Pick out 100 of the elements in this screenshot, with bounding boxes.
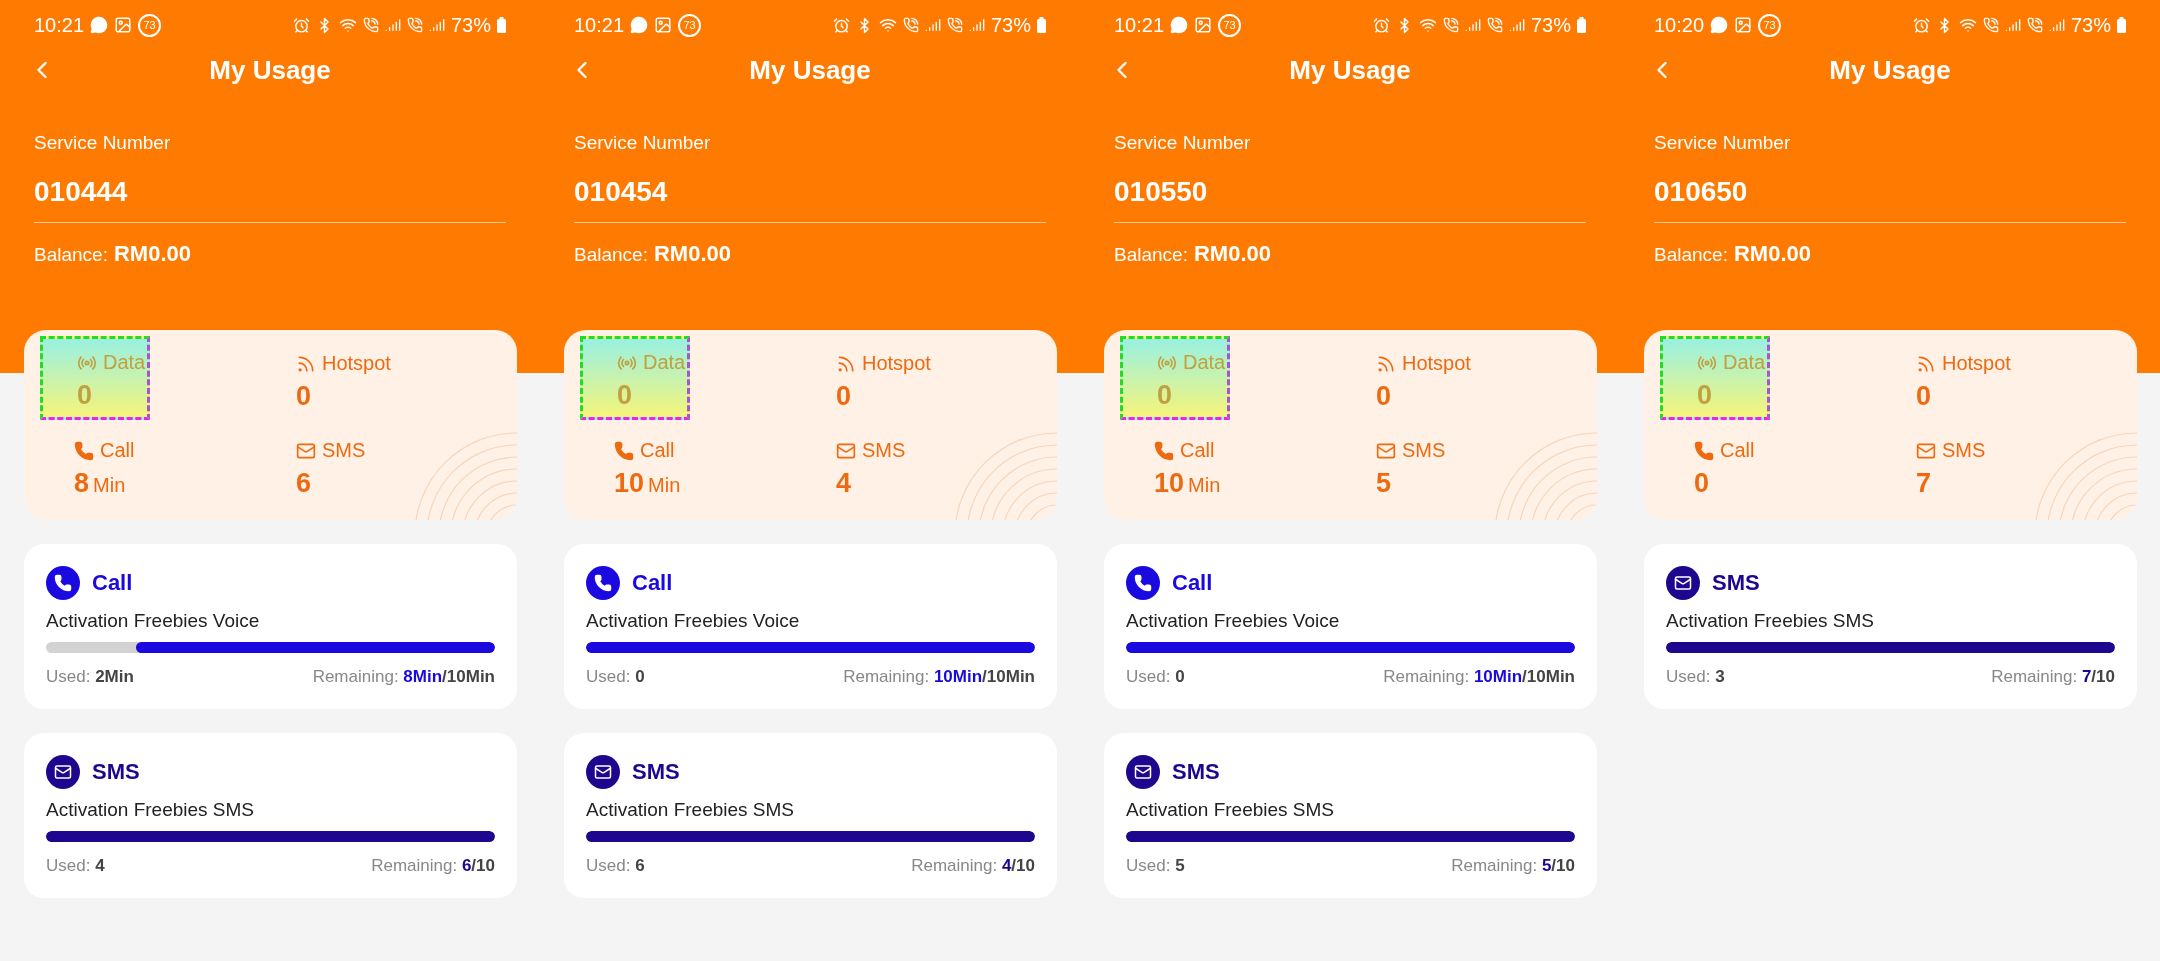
used-amount: Used: 3 bbox=[1666, 667, 1725, 687]
stat-value: 10 bbox=[1154, 468, 1185, 499]
phone-call-icon bbox=[1442, 17, 1459, 33]
image-icon bbox=[654, 16, 673, 34]
signal-icon bbox=[2048, 17, 2065, 33]
wifi-icon bbox=[1958, 16, 1977, 34]
card-title: SMS bbox=[92, 759, 140, 785]
stat-label: Call bbox=[100, 439, 135, 462]
battery-icon bbox=[497, 17, 506, 33]
stat-label: Call bbox=[1720, 439, 1755, 462]
phone-icon bbox=[74, 440, 94, 461]
card-title: SMS bbox=[1712, 570, 1760, 596]
plan-name: Activation Freebies SMS bbox=[1126, 799, 1336, 821]
signal-icon bbox=[968, 17, 985, 33]
phone-call-icon bbox=[902, 17, 919, 33]
stat-value: 0 bbox=[1157, 380, 1173, 411]
signal-icon bbox=[1464, 17, 1481, 33]
battery-percent: 73% bbox=[990, 13, 1031, 37]
image-icon bbox=[1194, 16, 1213, 34]
balance-value: RM0.00 bbox=[1733, 241, 1811, 267]
envelope-icon bbox=[54, 763, 72, 781]
wifi-icon bbox=[878, 16, 897, 34]
service-number: 010550 bbox=[1114, 176, 1586, 223]
page-title: My Usage bbox=[1829, 54, 1951, 86]
stat-value: 5 bbox=[1376, 468, 1392, 499]
envelope-icon bbox=[1674, 574, 1692, 592]
signal-icon bbox=[924, 17, 941, 33]
stat-value: 0 bbox=[617, 380, 633, 411]
used-amount: Used: 4 bbox=[46, 856, 105, 876]
stat-value: 4 bbox=[836, 468, 852, 499]
card-title: Call bbox=[632, 570, 673, 596]
stat-label: Data bbox=[1723, 351, 1766, 374]
stat-label: SMS bbox=[1942, 439, 1986, 462]
used-amount: Used: 2Min bbox=[46, 667, 134, 687]
stat-unit: Min bbox=[1188, 474, 1221, 497]
used-amount: Used: 0 bbox=[1126, 667, 1185, 687]
battery-percent: 73% bbox=[1530, 13, 1571, 37]
signal-icon bbox=[428, 17, 445, 33]
stat-label: Hotspot bbox=[1942, 352, 2011, 375]
image-icon bbox=[114, 16, 133, 34]
remaining-amount: Remaining: 6/10 bbox=[371, 856, 495, 876]
clock-time: 10:21 bbox=[1114, 13, 1165, 37]
stat-label: Call bbox=[1180, 439, 1215, 462]
balance-label: Balance: bbox=[34, 244, 108, 266]
phone-icon bbox=[54, 574, 72, 592]
used-amount: Used: 0 bbox=[586, 667, 645, 687]
stat-label: Data bbox=[1183, 351, 1226, 374]
stat-label: SMS bbox=[862, 439, 906, 462]
stat-value: 0 bbox=[1697, 380, 1713, 411]
battery-icon bbox=[2117, 17, 2126, 33]
notification-count: 73 bbox=[138, 13, 162, 37]
message-icon bbox=[1170, 16, 1189, 34]
message-icon bbox=[1710, 16, 1729, 34]
phone-call-icon bbox=[2026, 17, 2043, 33]
battery-percent: 73% bbox=[450, 13, 491, 37]
balance-value: RM0.00 bbox=[653, 241, 731, 267]
stat-value: 0 bbox=[296, 381, 312, 412]
remaining-amount: Remaining: 8Min/10Min bbox=[312, 667, 495, 687]
balance-value: RM0.00 bbox=[1193, 241, 1271, 267]
wifi-icon bbox=[338, 16, 357, 34]
used-amount: Used: 6 bbox=[586, 856, 645, 876]
phone-icon bbox=[614, 440, 634, 461]
remaining-amount: Remaining: 10Min/10Min bbox=[1383, 667, 1575, 687]
wifi-icon bbox=[1418, 16, 1437, 34]
stat-value: 0 bbox=[836, 381, 852, 412]
phone-icon bbox=[1694, 440, 1714, 461]
stat-value: 10 bbox=[614, 468, 645, 499]
page-title: My Usage bbox=[749, 54, 871, 86]
stat-label: SMS bbox=[322, 439, 366, 462]
service-number: 010650 bbox=[1654, 176, 2126, 223]
stat-label: Hotspot bbox=[862, 352, 931, 375]
alarm-icon bbox=[832, 16, 850, 34]
clock-time: 10:20 bbox=[1654, 13, 1705, 37]
card-title: SMS bbox=[1172, 759, 1220, 785]
remaining-amount: Remaining: 7/10 bbox=[1991, 667, 2115, 687]
card-title: Call bbox=[1172, 570, 1213, 596]
stat-value: 0 bbox=[1916, 381, 1932, 412]
service-number-label: Service Number bbox=[574, 132, 712, 154]
stat-label: Hotspot bbox=[1402, 352, 1471, 375]
service-number-label: Service Number bbox=[1114, 132, 1252, 154]
service-number-label: Service Number bbox=[34, 132, 172, 154]
signal-icon bbox=[384, 17, 401, 33]
battery-icon bbox=[1577, 17, 1586, 33]
phone-call-icon bbox=[406, 17, 423, 33]
stat-unit: Min bbox=[648, 474, 681, 497]
used-amount: Used: 5 bbox=[1126, 856, 1185, 876]
alarm-icon bbox=[1372, 16, 1390, 34]
phone-call-icon bbox=[362, 17, 379, 33]
plan-name: Activation Freebies SMS bbox=[46, 799, 256, 821]
stat-label: Data bbox=[643, 351, 686, 374]
signal-icon bbox=[2004, 17, 2021, 33]
service-number: 010454 bbox=[574, 176, 1046, 223]
stat-value: 0 bbox=[1376, 381, 1392, 412]
message-icon bbox=[630, 16, 649, 34]
stat-unit: Min bbox=[93, 474, 126, 497]
battery-percent: 73% bbox=[2070, 13, 2111, 37]
battery-icon bbox=[1037, 17, 1046, 33]
remaining-amount: Remaining: 10Min/10Min bbox=[843, 667, 1035, 687]
balance-label: Balance: bbox=[1114, 244, 1188, 266]
page-title: My Usage bbox=[1289, 54, 1411, 86]
